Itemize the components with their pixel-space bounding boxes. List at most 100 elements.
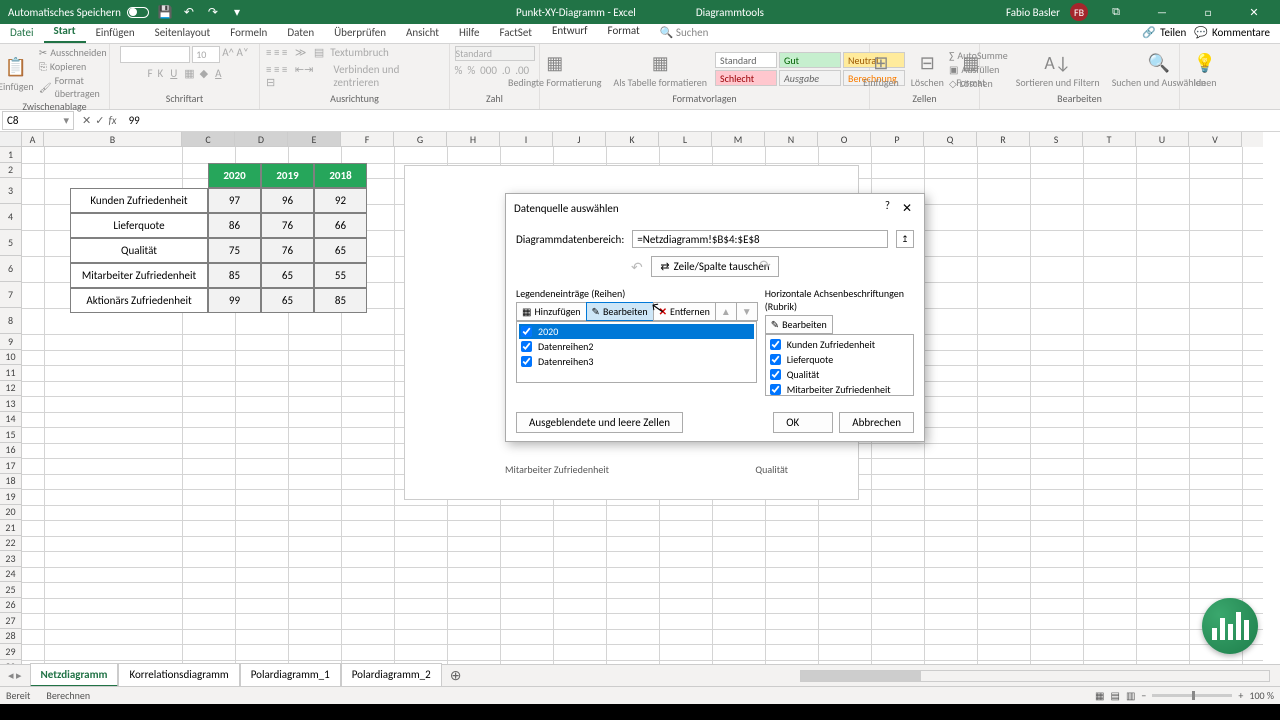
row-header[interactable]: 23: [0, 551, 22, 567]
axis-list-item[interactable]: Mitarbeiter Zufriedenheit: [768, 382, 911, 396]
ideas-button[interactable]: 💡Ideen: [1186, 49, 1224, 90]
column-header[interactable]: V: [1189, 132, 1242, 147]
tab-start[interactable]: Start: [44, 20, 86, 43]
row-header[interactable]: 6: [0, 256, 22, 282]
row-header[interactable]: 9: [0, 334, 22, 350]
style-ausgabe[interactable]: Ausgabe: [779, 70, 841, 86]
tab-formeln[interactable]: Formeln: [220, 22, 277, 43]
add-series-button[interactable]: ▦ Hinzufügen: [516, 302, 587, 321]
legend-list-item[interactable]: 2020: [519, 324, 754, 339]
format-as-table-button[interactable]: ▦Als Tabelle formatieren: [609, 49, 711, 90]
tab-hilfe[interactable]: Hilfe: [449, 22, 489, 43]
axis-list-item[interactable]: Qualität: [768, 367, 911, 382]
row-header[interactable]: 10: [0, 350, 22, 366]
font-name-input[interactable]: [120, 46, 190, 63]
row-header[interactable]: 27: [0, 613, 22, 629]
legend-list-item[interactable]: Datenreihen3: [519, 354, 754, 369]
undo-icon[interactable]: ↶: [181, 4, 197, 20]
column-header[interactable]: S: [1030, 132, 1083, 147]
search-box[interactable]: 🔍 Suchen: [650, 22, 719, 43]
select-all-corner[interactable]: [0, 132, 22, 147]
share-button[interactable]: 🔗 Teilen: [1142, 26, 1186, 39]
row-header[interactable]: 19: [0, 489, 22, 505]
clear-button[interactable]: ◇ Löschen: [949, 77, 1008, 90]
paste-button[interactable]: 📋Einfügen: [0, 53, 35, 94]
series-checkbox[interactable]: [521, 326, 532, 337]
delete-cells-button[interactable]: ⊟Löschen: [907, 49, 948, 90]
column-header[interactable]: F: [341, 132, 394, 147]
remove-series-button[interactable]: ✕ Entfernen: [653, 302, 716, 321]
dialog-help-icon[interactable]: ?: [885, 199, 890, 217]
cancel-formula-icon[interactable]: ✕: [82, 114, 91, 127]
row-header[interactable]: 18: [0, 474, 22, 490]
accept-formula-icon[interactable]: ✓: [95, 114, 104, 127]
column-header[interactable]: E: [288, 132, 341, 147]
row-header[interactable]: 24: [0, 567, 22, 583]
column-header[interactable]: M: [712, 132, 765, 147]
range-picker-icon[interactable]: ↥: [896, 230, 914, 248]
view-page-break-icon[interactable]: ▥: [1126, 689, 1135, 702]
series-checkbox[interactable]: [521, 356, 532, 367]
axis-labels-list[interactable]: Kunden Zufriedenheit Lieferquote Qualitä…: [765, 334, 914, 396]
tab-seitenlayout[interactable]: Seitenlayout: [145, 22, 221, 43]
row-header[interactable]: 8: [0, 308, 22, 334]
autosum-button[interactable]: ∑ AutoSumme: [949, 49, 1008, 62]
format-painter-button[interactable]: 🖌 Format übertragen: [39, 74, 112, 100]
edit-axis-button[interactable]: ✎ Bearbeiten: [765, 315, 833, 334]
ok-button[interactable]: OK: [773, 412, 833, 433]
axis-list-item[interactable]: Lieferquote: [768, 352, 911, 367]
column-header[interactable]: P: [871, 132, 924, 147]
column-header[interactable]: C: [182, 132, 235, 147]
formula-input[interactable]: 99: [123, 112, 1280, 129]
row-header[interactable]: 3: [0, 178, 22, 204]
row-header[interactable]: 2: [0, 163, 22, 179]
minimize-icon[interactable]: —: [1144, 0, 1180, 24]
axis-list-item[interactable]: Kunden Zufriedenheit: [768, 337, 911, 352]
row-header[interactable]: 11: [0, 365, 22, 381]
comments-button[interactable]: 💬 Kommentare: [1194, 26, 1270, 39]
tab-format[interactable]: Format: [598, 20, 650, 43]
autosave-toggle[interactable]: Automatisches Speichern: [8, 6, 149, 19]
move-up-button[interactable]: ▲: [715, 302, 737, 321]
tab-factset[interactable]: FactSet: [489, 22, 542, 43]
zoom-out-icon[interactable]: −: [1141, 689, 1146, 702]
redo-icon[interactable]: ↷: [205, 4, 221, 20]
save-icon[interactable]: 💾: [157, 4, 173, 20]
row-header[interactable]: 4: [0, 204, 22, 230]
user-avatar[interactable]: FB: [1070, 3, 1088, 21]
tab-einfuegen[interactable]: Einfügen: [86, 22, 145, 43]
insert-cells-button[interactable]: ⊞Einfügen: [859, 49, 903, 90]
sheet-tab[interactable]: Polardiagramm_2: [341, 663, 442, 687]
name-box[interactable]: C8▾: [2, 111, 74, 130]
row-header[interactable]: 22: [0, 536, 22, 552]
sheet-tab[interactable]: Korrelationsdiagramm: [118, 663, 239, 687]
column-header[interactable]: K: [606, 132, 659, 147]
column-header[interactable]: B: [44, 132, 182, 147]
tab-ansicht[interactable]: Ansicht: [396, 22, 449, 43]
chart-range-input[interactable]: =Netzdiagramm!$B$4:$E$8: [632, 230, 888, 248]
row-header[interactable]: 5: [0, 230, 22, 256]
column-header[interactable]: G: [394, 132, 447, 147]
cut-button[interactable]: ✂ Ausschneiden: [39, 46, 112, 59]
row-header[interactable]: 25: [0, 582, 22, 598]
column-header[interactable]: Q: [924, 132, 977, 147]
tab-ueberpruefen[interactable]: Überprüfen: [324, 22, 396, 43]
legend-list-item[interactable]: Datenreihen2: [519, 339, 754, 354]
fx-icon[interactable]: fx: [108, 114, 116, 127]
zoom-in-icon[interactable]: +: [1238, 689, 1243, 702]
row-header[interactable]: 26: [0, 598, 22, 614]
sheet-nav-buttons[interactable]: ◂ ▸: [0, 669, 30, 682]
column-header[interactable]: L: [659, 132, 712, 147]
column-header[interactable]: D: [235, 132, 288, 147]
column-header[interactable]: U: [1136, 132, 1189, 147]
row-header[interactable]: 17: [0, 458, 22, 474]
row-header[interactable]: 1: [0, 147, 22, 163]
ribbon-options-icon[interactable]: ⧉: [1098, 0, 1134, 24]
sheet-tab[interactable]: Polardiagramm_1: [240, 663, 341, 687]
legend-series-list[interactable]: 2020 Datenreihen2 Datenreihen3: [516, 321, 757, 383]
axis-checkbox[interactable]: [770, 354, 781, 365]
row-header[interactable]: 20: [0, 505, 22, 521]
font-size-input[interactable]: [192, 46, 220, 63]
horizontal-scrollbar[interactable]: [800, 670, 1270, 682]
row-header[interactable]: 12: [0, 381, 22, 397]
